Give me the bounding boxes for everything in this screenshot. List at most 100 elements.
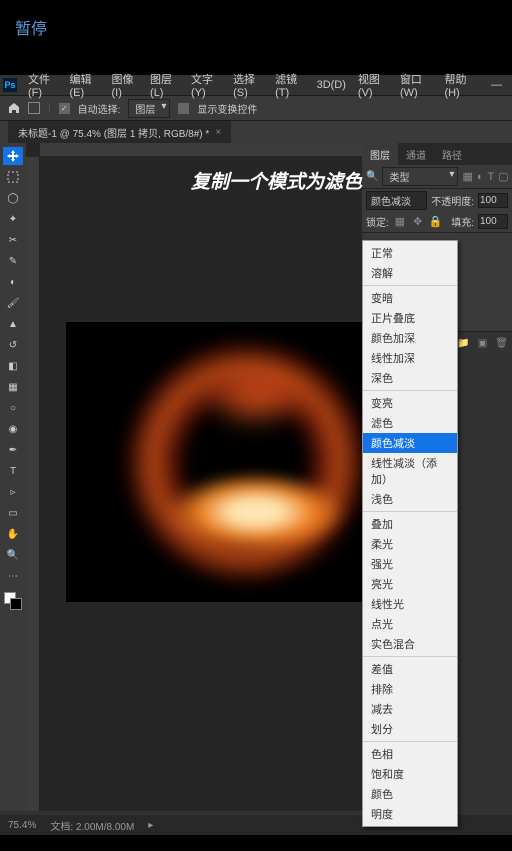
blend-mode-dropdown: 正常溶解变暗正片叠底颜色加深线性加深深色变亮滤色颜色减淡线性减淡（添加）浅色叠加… bbox=[362, 240, 458, 827]
brush-tool[interactable]: 🖌 bbox=[3, 294, 23, 312]
close-tab-icon[interactable]: × bbox=[215, 127, 221, 138]
pause-label[interactable]: 暂停 bbox=[0, 0, 512, 54]
blend-mode-option[interactable]: 柔光 bbox=[363, 534, 457, 554]
search-icon[interactable]: 🔍 bbox=[366, 171, 378, 182]
blend-mode-option[interactable]: 划分 bbox=[363, 719, 457, 739]
zoom-level[interactable]: 75.4% bbox=[8, 820, 36, 831]
window-minimize-icon[interactable]: — bbox=[481, 79, 512, 91]
new-layer-icon[interactable]: ▣ bbox=[478, 338, 487, 349]
blend-mode-option[interactable]: 变暗 bbox=[363, 288, 457, 308]
menu-edit[interactable]: 编辑(E) bbox=[64, 71, 106, 99]
menu-view[interactable]: 视图(V) bbox=[352, 71, 394, 99]
blend-mode-option[interactable]: 线性光 bbox=[363, 594, 457, 614]
home-icon[interactable] bbox=[8, 102, 20, 114]
menu-window[interactable]: 窗口(W) bbox=[394, 71, 439, 99]
hand-tool[interactable]: ✋ bbox=[3, 525, 23, 543]
tab-channels[interactable]: 通道 bbox=[398, 143, 434, 165]
ruler-horizontal[interactable] bbox=[40, 143, 362, 157]
filter-image-icon[interactable]: ▦ bbox=[462, 170, 472, 184]
document-tab[interactable]: 未标题-1 @ 75.4% (图层 1 拷贝, RGB/8#) * × bbox=[8, 121, 231, 143]
blur-tool[interactable]: ○ bbox=[3, 399, 23, 417]
edit-toolbar[interactable]: ⋯ bbox=[3, 567, 23, 585]
menu-layer[interactable]: 图层(L) bbox=[144, 71, 185, 99]
move-tool[interactable] bbox=[3, 147, 23, 165]
zoom-tool[interactable]: 🔍 bbox=[3, 546, 23, 564]
blend-mode-option[interactable]: 亮光 bbox=[363, 574, 457, 594]
lasso-tool[interactable]: ◯ bbox=[3, 189, 23, 207]
canvas[interactable]: 复制一个模式为滤色 bbox=[40, 157, 362, 811]
blend-mode-option[interactable]: 明度 bbox=[363, 804, 457, 824]
healing-tool[interactable]: ◐ bbox=[3, 273, 23, 291]
blend-mode-option[interactable]: 点光 bbox=[363, 614, 457, 634]
path-select-tool[interactable]: ▹ bbox=[3, 483, 23, 501]
photoshop-app: Ps 文件(F) 编辑(E) 图像(I) 图层(L) 文字(Y) 选择(S) 滤… bbox=[0, 75, 512, 835]
blend-mode-select[interactable]: 颜色减淡 bbox=[366, 191, 427, 210]
blend-row: 颜色减淡 不透明度: bbox=[362, 189, 512, 211]
document-image bbox=[66, 322, 386, 602]
blend-mode-option[interactable]: 颜色 bbox=[363, 784, 457, 804]
blend-mode-option[interactable]: 滤色 bbox=[363, 413, 457, 433]
background-color[interactable] bbox=[10, 598, 22, 610]
pen-tool[interactable]: ✒ bbox=[3, 441, 23, 459]
wand-tool[interactable]: ✦ bbox=[3, 210, 23, 228]
filter-shape-icon[interactable]: ▢ bbox=[498, 170, 508, 184]
stamp-tool[interactable]: ▲ bbox=[3, 315, 23, 333]
blend-mode-option[interactable]: 深色 bbox=[363, 368, 457, 388]
eyedropper-tool[interactable]: ✎ bbox=[3, 252, 23, 270]
lock-label: 锁定: bbox=[366, 214, 389, 229]
menubar: 文件(F) 编辑(E) 图像(I) 图层(L) 文字(Y) 选择(S) 滤镜(T… bbox=[0, 75, 512, 95]
menu-text[interactable]: 文字(Y) bbox=[185, 71, 227, 99]
eraser-tool[interactable]: ◧ bbox=[3, 357, 23, 375]
lock-all-icon[interactable]: 🔒 bbox=[429, 215, 443, 229]
menu-select[interactable]: 选择(S) bbox=[227, 71, 269, 99]
filter-adjust-icon[interactable]: ◐ bbox=[477, 170, 484, 184]
auto-select-dropdown[interactable]: 图层 bbox=[128, 99, 170, 118]
blend-mode-option[interactable]: 实色混合 bbox=[363, 634, 457, 654]
menu-image[interactable]: 图像(I) bbox=[106, 71, 145, 99]
filter-kind-dropdown[interactable]: 类型 bbox=[382, 167, 458, 186]
lock-position-icon[interactable]: ✥ bbox=[411, 215, 425, 229]
lock-pixels-icon[interactable]: ▦ bbox=[393, 215, 407, 229]
delete-layer-icon[interactable]: 🗑 bbox=[495, 338, 508, 349]
shape-tool[interactable]: ▭ bbox=[3, 504, 23, 522]
new-folder-icon[interactable]: 📁 bbox=[457, 338, 469, 349]
tool-preset-icon[interactable] bbox=[28, 102, 40, 114]
opacity-input[interactable] bbox=[478, 193, 508, 208]
blend-mode-option[interactable]: 线性减淡（添加） bbox=[363, 453, 457, 489]
menu-3d[interactable]: 3D(D) bbox=[311, 79, 352, 91]
type-tool[interactable]: T bbox=[3, 462, 23, 480]
show-controls-checkbox[interactable] bbox=[178, 103, 189, 114]
tab-paths[interactable]: 路径 bbox=[434, 143, 470, 165]
blend-mode-option[interactable]: 饱和度 bbox=[363, 764, 457, 784]
color-swatches[interactable] bbox=[4, 592, 22, 610]
marquee-tool[interactable] bbox=[3, 168, 23, 186]
menu-filter[interactable]: 滤镜(T) bbox=[269, 71, 311, 99]
blend-mode-option[interactable]: 排除 bbox=[363, 679, 457, 699]
blend-mode-option[interactable]: 减去 bbox=[363, 699, 457, 719]
blend-mode-option[interactable]: 颜色减淡 bbox=[363, 433, 457, 453]
blend-mode-option[interactable]: 线性加深 bbox=[363, 348, 457, 368]
blend-mode-option[interactable]: 溶解 bbox=[363, 263, 457, 283]
history-brush-tool[interactable]: ↺ bbox=[3, 336, 23, 354]
blend-mode-option[interactable]: 颜色加深 bbox=[363, 328, 457, 348]
status-arrow-icon[interactable]: ▸ bbox=[148, 820, 153, 831]
document-tabs: 未标题-1 @ 75.4% (图层 1 拷贝, RGB/8#) * × bbox=[0, 121, 512, 143]
blend-mode-option[interactable]: 叠加 bbox=[363, 514, 457, 534]
blend-mode-option[interactable]: 正常 bbox=[363, 243, 457, 263]
menu-help[interactable]: 帮助(H) bbox=[438, 71, 481, 99]
blend-mode-option[interactable]: 浅色 bbox=[363, 489, 457, 509]
crop-tool[interactable]: ✂ bbox=[3, 231, 23, 249]
auto-select-checkbox[interactable]: ✓ bbox=[59, 103, 70, 114]
blend-mode-option[interactable]: 色相 bbox=[363, 744, 457, 764]
dodge-tool[interactable]: ◉ bbox=[3, 420, 23, 438]
ruler-vertical[interactable] bbox=[26, 157, 40, 811]
blend-mode-option[interactable]: 差值 bbox=[363, 659, 457, 679]
menu-file[interactable]: 文件(F) bbox=[22, 71, 64, 99]
blend-mode-option[interactable]: 变亮 bbox=[363, 393, 457, 413]
blend-mode-option[interactable]: 强光 bbox=[363, 554, 457, 574]
filter-text-icon[interactable]: T bbox=[488, 170, 495, 184]
blend-mode-option[interactable]: 正片叠底 bbox=[363, 308, 457, 328]
gradient-tool[interactable]: ▦ bbox=[3, 378, 23, 396]
fill-input[interactable] bbox=[478, 214, 508, 229]
tab-layers[interactable]: 图层 bbox=[362, 143, 398, 165]
